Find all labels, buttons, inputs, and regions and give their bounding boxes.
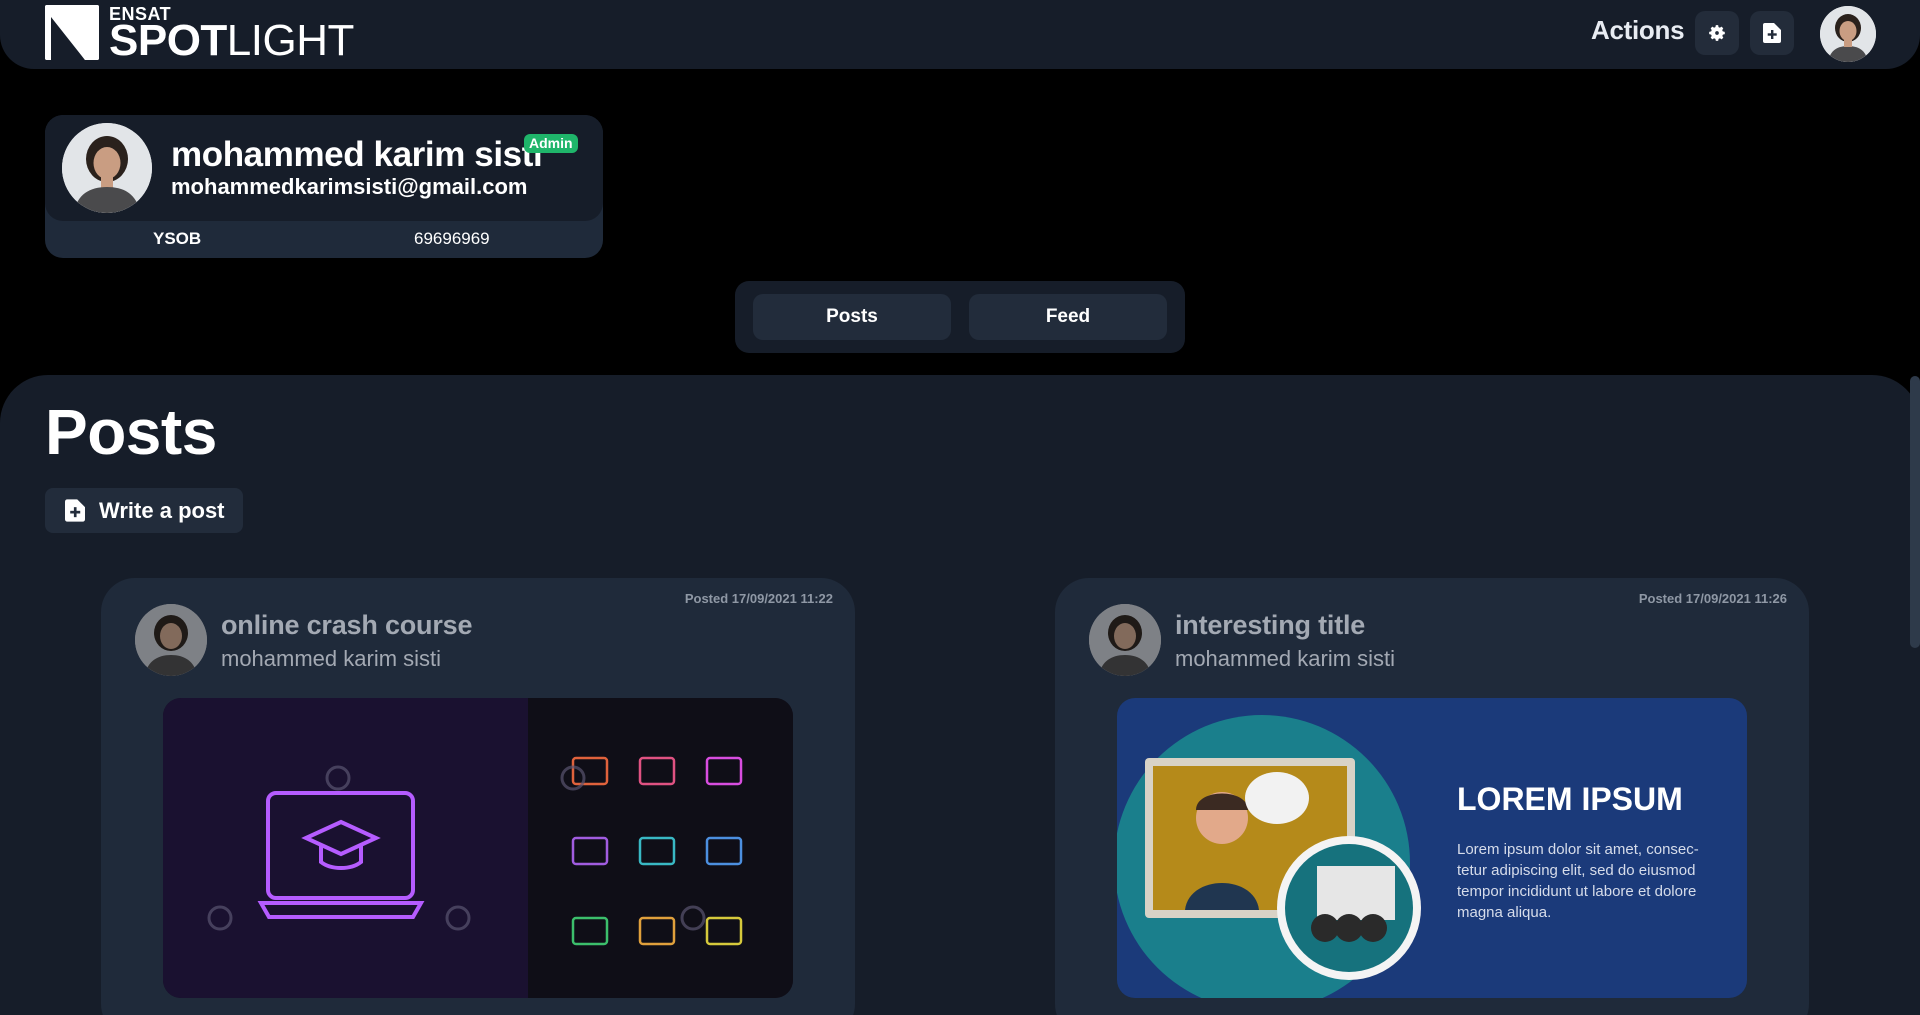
profile-email: mohammedkarimsisti@gmail.com [171,174,528,199]
post-date: Posted 17/09/2021 11:26 [1638,591,1787,606]
post-author-avatar [1089,604,1161,676]
image-text-line: magna aliqua. [1457,904,1551,921]
logo-big-text: SPOTLIGHT [109,16,354,65]
post-card[interactable]: Posted 17/09/2021 11:22 online crash cou… [101,578,855,1015]
profile-name: mohammed karim sisti [171,135,543,174]
tab-feed[interactable]: Feed [969,294,1167,340]
logo-mark [45,5,99,60]
posts-panel: Posts Write a post Posted 17/09/2021 11:… [0,375,1920,1015]
post-author[interactable]: mohammed karim sisti [1175,646,1395,672]
profile-card: mohammed karim sisti Admin mohammedkarim… [45,115,603,258]
file-plus-icon [1763,23,1781,43]
file-plus-icon [65,499,85,522]
top-navbar: ENSAT SPOTLIGHT Actions [0,0,1920,69]
profile-stat-phone: 69696969 [414,229,490,248]
profile-avatar [62,123,152,213]
site-logo[interactable]: ENSAT SPOTLIGHT [45,5,354,63]
write-post-label: Write a post [99,497,225,523]
scrollbar-thumb[interactable] [1910,376,1920,648]
post-title[interactable]: interesting title [1175,610,1365,641]
user-avatar[interactable] [1820,6,1876,62]
post-image[interactable] [163,698,793,998]
write-post-button[interactable]: Write a post [45,488,243,533]
gear-icon [1709,25,1725,41]
image-text-line: tempor incididunt ut labore et dolore [1457,883,1696,900]
post-date: Posted 17/09/2021 11:22 [684,591,833,606]
post-image[interactable]: LOREM IPSUM Lorem ipsum dolor sit amet, … [1117,698,1747,998]
admin-badge: Admin [524,134,578,153]
profile-header: mohammed karim sisti Admin mohammedkarim… [45,115,603,221]
image-text-line: Lorem ipsum dolor sit amet, consec- [1457,841,1699,858]
post-card[interactable]: Posted 17/09/2021 11:26 interesting titl… [1055,578,1809,1015]
image-text-line: tetur adipiscing elit, sed do eiusmod [1457,862,1695,879]
logo-text: ENSAT SPOTLIGHT [109,5,354,63]
settings-button[interactable] [1695,11,1739,55]
post-title[interactable]: online crash course [221,610,472,641]
profile-tabs: Posts Feed [735,281,1185,353]
post-author-avatar [135,604,207,676]
actions-label: Actions [1591,15,1685,45]
new-post-button[interactable] [1750,11,1794,55]
page-title: Posts [45,396,217,468]
post-author[interactable]: mohammed karim sisti [221,646,441,672]
image-heading: LOREM IPSUM [1457,781,1683,817]
tab-posts[interactable]: Posts [753,294,951,340]
profile-stat-class: YSOB [153,229,202,248]
